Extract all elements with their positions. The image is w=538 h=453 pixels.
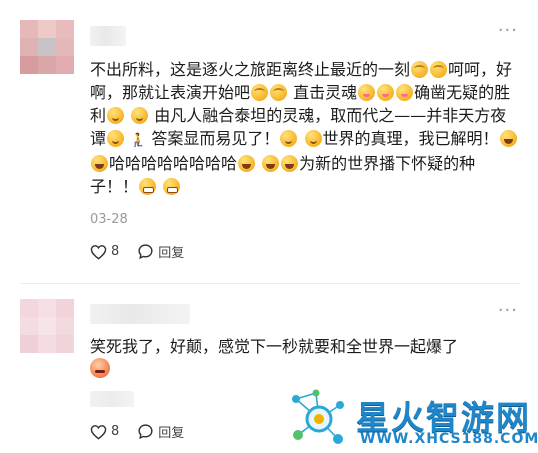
smiling-face-icon	[131, 107, 149, 124]
dizzy-face-icon	[270, 84, 288, 101]
comment-text: 不出所料，这是逐火之旅距离终止最近的一刻 呵呵，好啊，那就让表演开始吧 直击灵魂确…	[90, 58, 520, 198]
laughing-face-icon	[91, 155, 108, 172]
speech-bubble-icon	[138, 244, 153, 260]
exploding-face-icon	[90, 358, 110, 378]
grinning-face-icon	[163, 178, 181, 195]
reply-label: 回复	[158, 246, 185, 261]
reply-button[interactable]: 回复	[137, 242, 184, 261]
dizzy-face-icon	[430, 61, 448, 78]
comment-segment: 不出所料，这是逐火之旅距离终止最近的一刻	[90, 60, 411, 79]
network-logo-icon	[292, 389, 344, 444]
watermark: 星火智游网 WWW.XHCS188.COM	[286, 385, 538, 453]
reply-button[interactable]: 回复	[137, 422, 184, 441]
avatar[interactable]	[20, 20, 74, 74]
comment-segment: 直击灵魂	[293, 83, 358, 102]
comment-actions: 8 回复	[90, 422, 184, 441]
comment-divider	[20, 283, 520, 284]
comment-segment: 哈哈哈哈哈哈哈哈	[109, 154, 238, 173]
dizzy-face-icon	[251, 84, 269, 101]
avatar[interactable]	[20, 299, 74, 353]
like-button[interactable]: 8	[90, 244, 119, 260]
comment-text: 笑死我了，好颠，感觉下一秒就要和全世界一起爆了	[90, 335, 520, 384]
laughing-face-icon	[262, 155, 280, 172]
comment-segment: 答案显而易见了！	[151, 129, 280, 148]
tongue-wink-face-icon	[377, 84, 395, 101]
laughing-face-icon	[281, 155, 299, 172]
dizzy-face-icon	[411, 61, 429, 78]
kneeling-person-icon: 🧎	[130, 133, 147, 148]
tongue-wink-face-icon	[358, 84, 376, 101]
grinning-face-icon	[139, 178, 157, 195]
comment-date-blurred	[90, 391, 134, 407]
more-dots-icon[interactable]: ···	[498, 300, 518, 321]
reply-label: 回复	[158, 426, 185, 441]
laughing-face-icon	[238, 155, 256, 172]
comment-actions: 8 回复	[90, 242, 184, 261]
like-button[interactable]: 8	[90, 424, 119, 440]
comment-date: 03-28	[90, 212, 128, 227]
laughing-face-icon	[499, 130, 517, 147]
relieved-face-icon	[304, 130, 322, 147]
smiling-face-icon	[107, 130, 125, 147]
heart-icon	[90, 424, 107, 440]
relieved-face-icon	[280, 130, 298, 147]
smiling-face-icon	[107, 107, 125, 124]
watermark-url: WWW.XHCS188.COM	[360, 431, 538, 447]
username-blurred[interactable]	[90, 26, 126, 46]
comment-segment: 笑死我了，好颠，感觉下一秒就要和全世界一起爆了	[90, 337, 459, 356]
username-blurred[interactable]	[90, 304, 190, 324]
like-count: 8	[111, 424, 120, 439]
more-dots-icon[interactable]: ···	[498, 20, 518, 41]
heart-icon	[90, 244, 107, 260]
like-count: 8	[111, 244, 120, 259]
comment-segment: 世界的真理，我已解明！	[322, 129, 499, 148]
speech-bubble-icon	[138, 424, 153, 440]
tongue-wink-face-icon	[396, 84, 414, 101]
